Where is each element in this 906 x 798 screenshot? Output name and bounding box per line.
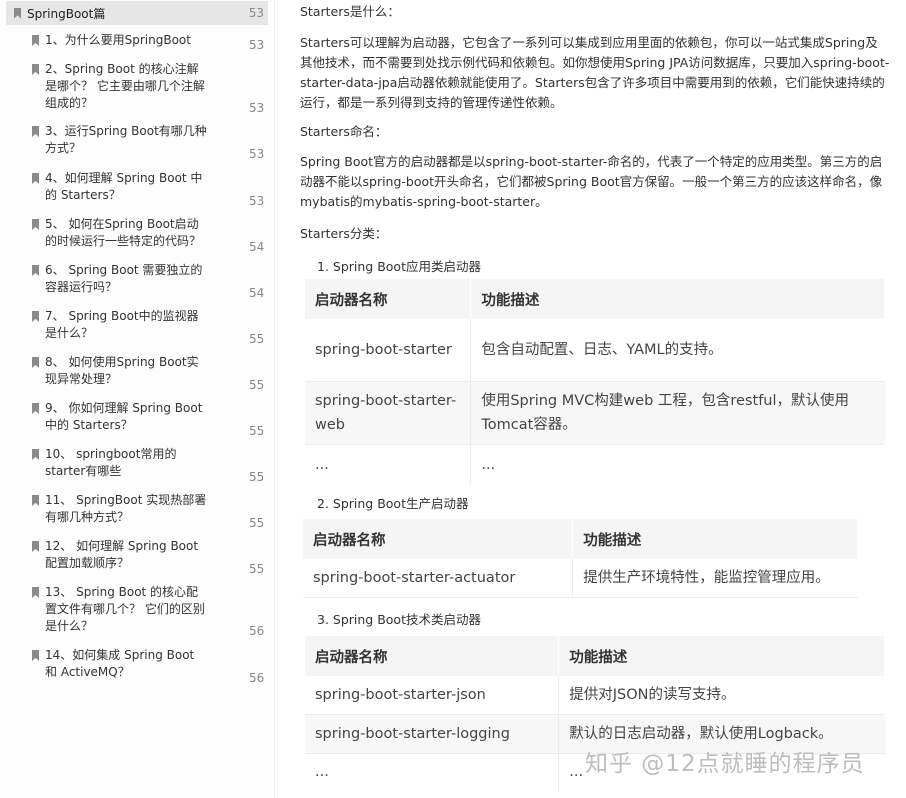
starter-desc-cell: 包含自动配置、日志、YAML的支持。 — [470, 319, 885, 382]
toc-item-label: 14、如何集成 Spring Boot 和 ActiveMQ？ — [45, 648, 195, 679]
bookmark-icon — [32, 219, 39, 230]
toc-item-label: 10、 springboot常用的starter有哪些 — [45, 447, 177, 478]
starter-desc-cell: 使用Spring MVC构建web 工程，包含restful，默认使用Tomca… — [470, 381, 885, 445]
toc-item-label: 11、 SpringBoot 实现热部署有哪几种方式？ — [45, 493, 207, 524]
toc-item[interactable]: 14、如何集成 Spring Boot 和 ActiveMQ？ 56 — [32, 647, 268, 685]
toc-section-title: SpringBoot篇 — [27, 6, 106, 21]
table-row: spring-boot-starter 包含自动配置、日志、YAML的支持。 — [305, 319, 885, 382]
toc-item-label: 8、 如何使用Spring Boot实现异常处理？ — [45, 355, 199, 386]
toc-item-label: 2、Spring Boot 的核心注解是哪个？ 它主要由哪几个注解组成的？ — [45, 62, 205, 110]
column-header-desc: 功能描述 — [572, 519, 858, 559]
section-production-starters: 2. Spring Boot生产启动器 — [317, 496, 469, 511]
toc-item-page: 56 — [249, 624, 265, 638]
toc-item[interactable]: 10、 springboot常用的starter有哪些 55 — [32, 446, 268, 484]
toc-item-label: 7、 Spring Boot中的监视器是什么？ — [45, 309, 199, 340]
toc-item[interactable]: 7、 Spring Boot中的监视器是什么？ 55 — [32, 308, 268, 346]
toc-item-label: 12、 如何理解 Spring Boot 配置加载顺序？ — [45, 539, 199, 570]
starter-name-cell: spring-boot-starter-json — [305, 676, 560, 715]
bookmark-icon — [32, 173, 39, 184]
toc-item-page: 55 — [249, 516, 265, 530]
toc-item[interactable]: 1、为什么要用SpringBoot 53 — [32, 32, 268, 52]
heading-starters-naming: Starters命名： — [300, 124, 388, 139]
section-tech-starters: 3. Spring Boot技术类启动器 — [317, 612, 481, 627]
toc-item-label: 5、 如何在Spring Boot启动的时候运行一些特定的代码？ — [45, 217, 202, 248]
bookmark-icon — [32, 265, 39, 276]
column-header-name: 启动器名称 — [305, 279, 472, 319]
starter-desc-cell: 提供对JSON的读写支持。 — [558, 676, 885, 715]
starter-desc-cell: 提供生产环境特性，能监控管理应用。 — [572, 559, 858, 598]
toc-item-page: 55 — [249, 378, 265, 392]
bookmark-icon — [32, 541, 39, 552]
toc-item-page: 53 — [249, 147, 265, 161]
toc-item[interactable]: 6、 Spring Boot 需要独立的容器运行吗？ 54 — [32, 262, 268, 300]
toc-item[interactable]: 13、 Spring Boot 的核心配置文件有哪几个？ 它们的区别是什么？ 5… — [32, 584, 268, 638]
bookmark-icon — [32, 64, 39, 75]
toc-item[interactable]: 3、运行Spring Boot有哪几种方式？ 53 — [32, 123, 268, 161]
toc-item[interactable]: 5、 如何在Spring Boot启动的时候运行一些特定的代码？ 54 — [32, 216, 268, 254]
paragraph-starters-definition: Starters可以理解为启动器，它包含了一系列可以集成到应用里面的依赖包，你可… — [300, 35, 890, 110]
bookmark-icon — [32, 357, 39, 368]
toc-item-label: 6、 Spring Boot 需要独立的容器运行吗？ — [45, 263, 203, 294]
starter-name-cell: spring-boot-starter-logging — [305, 714, 560, 754]
toc-item-label: 4、如何理解 Spring Boot 中的 Starters？ — [45, 171, 203, 202]
toc-item[interactable]: 2、Spring Boot 的核心注解是哪个？ 它主要由哪几个注解组成的？ 53 — [32, 61, 268, 115]
toc-item-label: 1、为什么要用SpringBoot — [45, 33, 191, 47]
toc-item-page: 55 — [249, 562, 265, 576]
table-header-row: 启动器名称 功能描述 — [305, 279, 885, 319]
toc-item[interactable]: 4、如何理解 Spring Boot 中的 Starters？ 53 — [32, 170, 268, 208]
bookmark-icon — [32, 311, 39, 322]
starter-name-cell: ... — [305, 444, 472, 485]
toc-item-page: 55 — [249, 424, 265, 438]
bookmark-icon — [32, 495, 39, 506]
toc-item-label: 9、 你如何理解 Spring Boot中的 Starters？ — [45, 401, 203, 432]
table-row: spring-boot-starter-json 提供对JSON的读写支持。 — [305, 676, 885, 715]
toc-item-page: 53 — [249, 38, 265, 52]
production-starters-table: 启动器名称 功能描述 spring-boot-starter-actuator … — [303, 519, 858, 598]
bookmark-icon — [32, 35, 39, 46]
toc-item-page: 56 — [249, 671, 265, 685]
table-row: spring-boot-starter-web 使用Spring MVC构建we… — [305, 381, 885, 445]
bookmark-icon — [32, 449, 39, 460]
column-header-name: 启动器名称 — [303, 519, 574, 559]
toc-item-page: 55 — [249, 332, 265, 346]
table-header-row: 启动器名称 功能描述 — [303, 519, 858, 559]
starter-name-cell: spring-boot-starter-actuator — [303, 559, 574, 598]
app-starters-table: 启动器名称 功能描述 spring-boot-starter 包含自动配置、日志… — [305, 279, 885, 485]
table-row: spring-boot-starter-actuator 提供生产环境特性，能监… — [303, 559, 858, 598]
starter-desc-cell: ... — [481, 457, 496, 473]
toc-section-page: 53 — [248, 6, 264, 20]
bookmark-sidebar: SpringBoot篇 53 1、为什么要用SpringBoot 53 2、Sp… — [0, 0, 275, 798]
bookmark-icon — [32, 126, 39, 137]
heading-what-are-starters: Starters是什么： — [300, 4, 400, 19]
toc-item[interactable]: 11、 SpringBoot 实现热部署有哪几种方式？ 55 — [32, 492, 268, 530]
toc-item-label: 13、 Spring Boot 的核心配置文件有哪几个？ 它们的区别是什么？ — [45, 585, 205, 633]
bookmark-icon — [32, 403, 39, 414]
starter-name-cell: spring-boot-starter-web — [305, 381, 472, 445]
zhihu-watermark: 知乎 @12点就睡的程序员 — [585, 751, 865, 777]
toc-item-page: 54 — [249, 240, 265, 254]
toc-item[interactable]: 8、 如何使用Spring Boot实现异常处理？ 55 — [32, 354, 268, 392]
table-header-row: 启动器名称 功能描述 — [305, 636, 885, 676]
bookmark-icon — [14, 7, 21, 19]
column-header-desc: 功能描述 — [558, 636, 885, 676]
column-header-name: 启动器名称 — [305, 636, 560, 676]
paragraph-starters-naming: Spring Boot官方的启动器都是以spring-boot-starter-… — [300, 154, 883, 209]
toc-item[interactable]: 9、 你如何理解 Spring Boot中的 Starters？ 55 — [32, 400, 268, 438]
toc-item-page: 53 — [249, 194, 265, 208]
starter-name-cell: ... — [305, 753, 560, 790]
heading-starters-categories: Starters分类： — [300, 226, 388, 241]
toc-item-page: 54 — [249, 286, 265, 300]
section-app-starters: 1. Spring Boot应用类启动器 — [317, 259, 481, 274]
table-row: ... ... — [305, 444, 885, 485]
column-header-desc: 功能描述 — [470, 279, 885, 319]
bookmark-icon — [32, 650, 39, 661]
starter-name-cell: spring-boot-starter — [305, 319, 472, 382]
toc-item-page: 53 — [249, 101, 265, 115]
toc-item-label: 3、运行Spring Boot有哪几种方式？ — [45, 124, 207, 155]
bookmark-icon — [32, 587, 39, 598]
toc-item[interactable]: 12、 如何理解 Spring Boot 配置加载顺序？ 55 — [32, 538, 268, 576]
toc-section-springboot[interactable]: SpringBoot篇 53 — [6, 1, 268, 25]
toc-item-page: 55 — [249, 470, 265, 484]
